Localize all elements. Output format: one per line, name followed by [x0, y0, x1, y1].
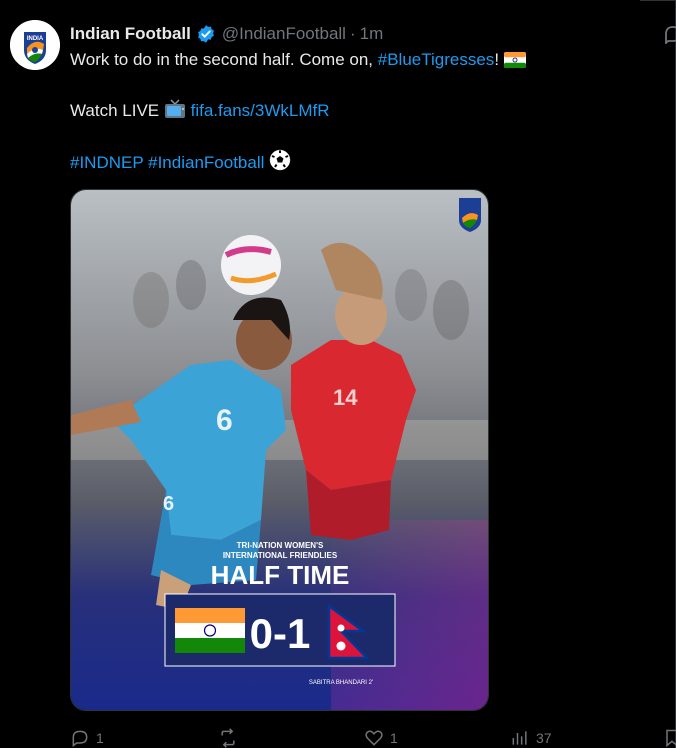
views-button[interactable]: 37: [510, 728, 552, 748]
jersey-number-right: 14: [333, 385, 358, 410]
tweet-text-line-2: Watch LIVE fifa.fans/3WkLMfR: [70, 99, 329, 122]
fifa-link[interactable]: fifa.fans/3WkLMfR: [191, 101, 330, 120]
jersey-number-left: 6: [216, 404, 233, 437]
aiff-logo-icon: INDIA: [10, 20, 60, 70]
hashtag-bluetigresses[interactable]: #BlueTigresses: [378, 50, 495, 69]
india-flag-icon: [175, 608, 245, 653]
tweet-text-line-1: Work to do in the second half. Come on, …: [70, 49, 526, 71]
bookmark-icon: [666, 729, 676, 748]
hashtag-indnep[interactable]: #INDNEP: [70, 153, 143, 172]
like-button[interactable]: 1: [364, 728, 398, 748]
scorer-text: SABITRA BHANDARI 2': [309, 680, 373, 686]
handle[interactable]: @IndianFootball: [222, 24, 346, 44]
retweet-icon: [221, 728, 235, 748]
verified-badge-icon: [197, 25, 214, 43]
poster-aiff-badge: [459, 198, 481, 232]
tweet-text: Work to do in the second half. Come on,: [70, 50, 374, 69]
tweet-actions: 1 1 37: [70, 728, 676, 748]
bookmark-button[interactable]: [662, 728, 676, 748]
heart-icon: [365, 730, 383, 746]
match-ball: [221, 235, 281, 295]
event-title-line-2: INTERNATIONAL FRIENDLIES: [223, 551, 338, 560]
half-time-headline: HALF TIME: [211, 560, 350, 590]
view-count: 37: [536, 730, 552, 746]
tweet[interactable]: INDIA Indian Football @IndianFootball · …: [0, 0, 676, 748]
views-chart-icon: [512, 731, 527, 745]
display-name[interactable]: Indian Football: [70, 24, 191, 44]
television-icon: [164, 99, 185, 118]
separator: ·: [349, 24, 356, 43]
grok-icon[interactable]: [662, 24, 676, 44]
exclamation: !: [494, 50, 500, 69]
timestamp[interactable]: 1m: [360, 24, 384, 44]
like-count: 1: [390, 730, 398, 746]
score: 0-1: [250, 610, 311, 657]
hashtag-indianfootball[interactable]: #IndianFootball: [148, 153, 264, 172]
reply-button[interactable]: 1: [70, 728, 104, 748]
tweet-header: Indian Football @IndianFootball · 1m: [70, 23, 383, 45]
watch-live-text: Watch LIVE: [70, 101, 160, 120]
reply-count: 1: [96, 730, 104, 746]
india-flag-icon: [503, 52, 526, 68]
tweet-text-line-3: #INDNEP #IndianFootball: [70, 149, 291, 174]
soccer-ball-icon: [269, 149, 291, 171]
top-divider: [640, 0, 676, 1]
tweet-media-image[interactable]: 6 6 14 TRI-NATION WOMEN'S INTERNATIONAL …: [70, 189, 489, 711]
event-title-line-1: TRI-NATION WOMEN'S: [237, 541, 324, 550]
shorts-number-left: 6: [163, 493, 174, 515]
avatar-text: INDIA: [27, 36, 44, 42]
avatar[interactable]: INDIA: [10, 20, 60, 70]
retweet-button[interactable]: [218, 728, 244, 748]
reply-icon: [72, 730, 88, 747]
